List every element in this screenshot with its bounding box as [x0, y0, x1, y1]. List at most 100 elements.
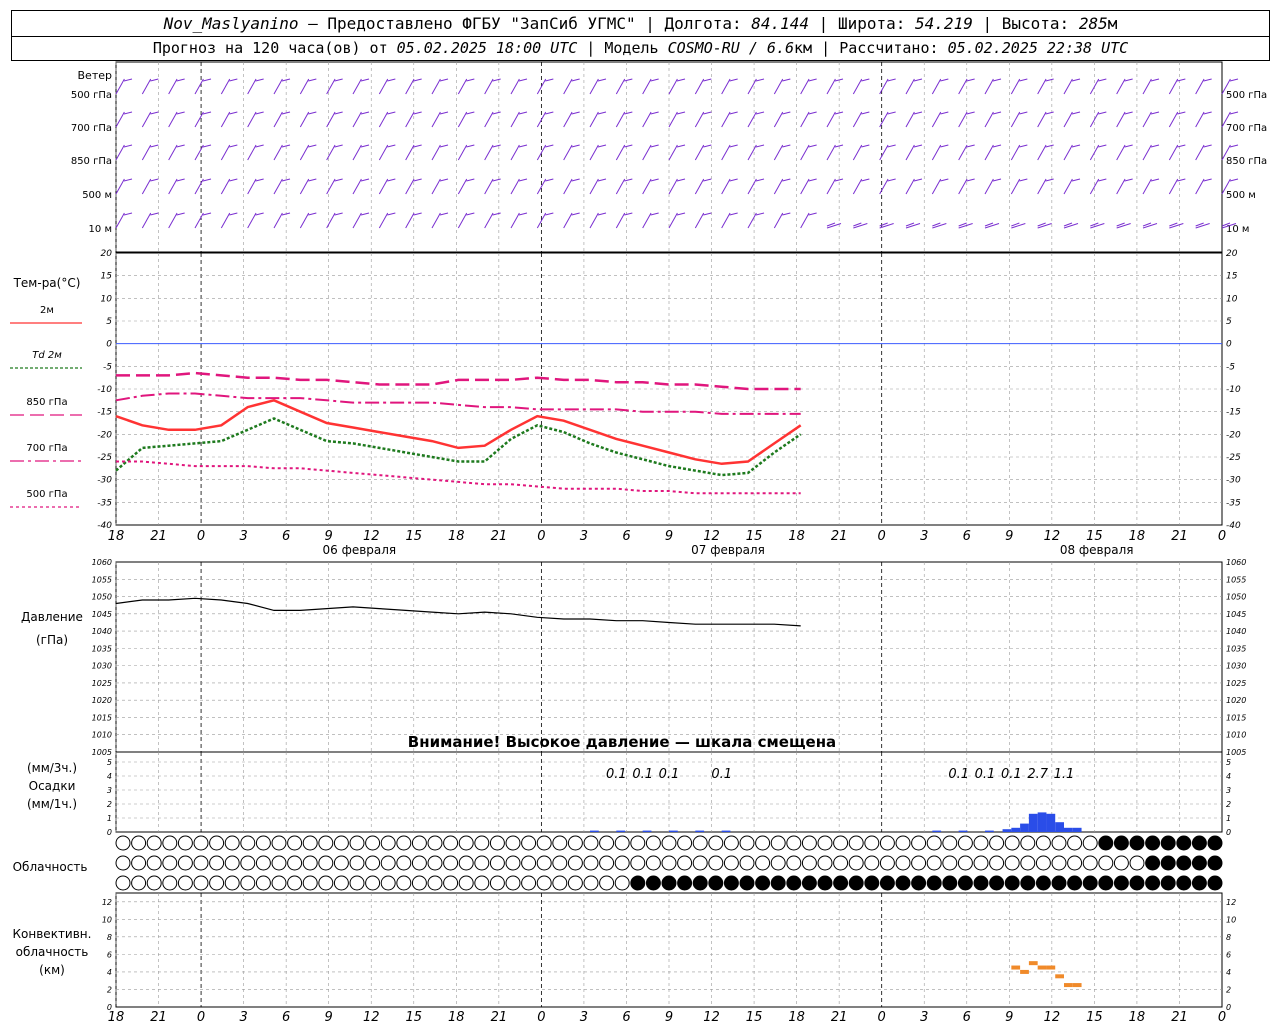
- cloud-cell: [302, 835, 318, 851]
- cloud-cell: [973, 855, 989, 871]
- prec-ytick-right: 5: [1226, 758, 1231, 767]
- cloud-cell: [427, 875, 443, 891]
- cloud-cell: [224, 875, 240, 891]
- wind-barb: [431, 78, 441, 95]
- x-tick-label-temp: 0: [1218, 529, 1226, 544]
- temp-legend-label: 500 гПа: [26, 489, 67, 500]
- wind-barb-flag: [1045, 144, 1054, 148]
- wind-barb: [852, 144, 863, 161]
- pres-ytick-right: 1010: [1226, 731, 1246, 740]
- wind-barb-flag: [492, 111, 501, 115]
- wind-barb: [220, 212, 231, 229]
- wind-barb-flag: [861, 178, 870, 182]
- wind-barb: [1010, 78, 1021, 95]
- cloud-cell: [645, 875, 661, 891]
- wind-barb-flag: [123, 78, 133, 82]
- wind-barb-flag: [334, 111, 343, 115]
- wind-barb: [615, 111, 626, 128]
- wind-barb-flag: [650, 144, 659, 148]
- wind-barb: [1169, 223, 1184, 229]
- wind-barb-flag: [650, 212, 659, 216]
- cloud-cell: [1035, 855, 1051, 871]
- wind-barb-flag: [729, 178, 738, 182]
- wind-barb: [457, 78, 468, 95]
- prec-bar: [932, 830, 942, 832]
- wind-barb: [694, 111, 705, 128]
- wind-barb: [668, 111, 678, 128]
- temp-ytick-left: -5: [103, 362, 112, 372]
- conv-ytick-left: 0: [107, 1003, 112, 1012]
- wind-barb-flag: [808, 178, 817, 182]
- x-tick-label-temp: 3: [920, 529, 928, 544]
- wind-barb-flag: [387, 78, 396, 82]
- cloud-cell: [396, 835, 412, 851]
- wind-level-label: 500 гПа: [71, 90, 112, 101]
- cloud-cell: [567, 835, 583, 851]
- wind-barb-flag: [439, 111, 449, 115]
- cloud-cell: [1160, 835, 1176, 851]
- cloud-cell: [146, 835, 162, 851]
- wind-barb: [431, 144, 441, 161]
- prec-total-label: 0.1: [606, 767, 627, 782]
- prec-bar: [958, 830, 968, 832]
- wind-barb: [615, 78, 626, 95]
- wind-barb: [1168, 78, 1179, 95]
- cloud-cell: [1207, 855, 1223, 871]
- wind-barb-flag: [887, 178, 896, 182]
- prec-ytick-right: 0: [1226, 828, 1231, 837]
- wind-barb-flag: [966, 78, 975, 82]
- cloud-cell: [911, 875, 927, 891]
- cloud-cell: [645, 835, 661, 851]
- wind-barb: [405, 178, 415, 195]
- cloud-cell: [349, 875, 365, 891]
- pres-ytick-right: 1040: [1226, 627, 1246, 636]
- cloud-cell: [567, 855, 583, 871]
- cloud-cell: [942, 835, 958, 851]
- wind-level-label: 500 м: [82, 190, 112, 201]
- x-tick-label-conv: 12: [1044, 1010, 1061, 1024]
- pres-ytick-left: 1050: [92, 593, 112, 602]
- wind-barb: [220, 78, 231, 95]
- conv-bar: [1020, 969, 1029, 974]
- wind-barb-flag: [966, 144, 975, 148]
- cloud-cell: [786, 855, 802, 871]
- cloud-cell: [833, 855, 849, 871]
- wind-barb-flag: [1124, 111, 1133, 115]
- wind-barb: [694, 178, 705, 195]
- x-tick-label-conv: 6: [282, 1010, 290, 1024]
- wind-barb: [694, 212, 705, 229]
- wind-barb: [431, 178, 441, 195]
- cloud-cell: [411, 855, 427, 871]
- wind-barb: [747, 212, 757, 229]
- wind-barb: [1037, 144, 1047, 161]
- cloud-cell: [879, 855, 895, 871]
- cloud-cell: [1129, 875, 1145, 891]
- cloud-cell: [833, 835, 849, 851]
- wind-barb: [273, 144, 283, 161]
- cloud-cell: [349, 835, 365, 851]
- wind-barb-flag: [492, 178, 501, 182]
- wind-barb-flag: [176, 178, 185, 182]
- cloud-cell: [1020, 835, 1036, 851]
- wind-barb: [510, 144, 520, 161]
- wind-barb-flag: [1045, 178, 1054, 182]
- cloud-cell: [318, 855, 334, 871]
- cloud-cell: [817, 855, 833, 871]
- panel-frame-pres: [115, 561, 1223, 753]
- cloud-cell: [926, 875, 942, 891]
- cloud-cell: [1020, 855, 1036, 871]
- wind-barb-flag: [229, 212, 238, 216]
- wind-barb-flag: [624, 78, 633, 82]
- prec-bar: [1002, 829, 1012, 832]
- wind-barb: [510, 212, 520, 229]
- wind-barb: [642, 78, 652, 95]
- cloud-cell: [380, 855, 396, 871]
- x-tick-label-conv: 6: [963, 1010, 971, 1024]
- pres-ytick-right: 1015: [1226, 713, 1246, 722]
- wind-barb: [326, 212, 336, 229]
- cloud-cell: [630, 835, 646, 851]
- wind-barb: [1063, 223, 1079, 229]
- wind-barb-flag: [1229, 178, 1239, 182]
- wind-barb-flag: [782, 144, 791, 148]
- cloud-cell: [193, 855, 209, 871]
